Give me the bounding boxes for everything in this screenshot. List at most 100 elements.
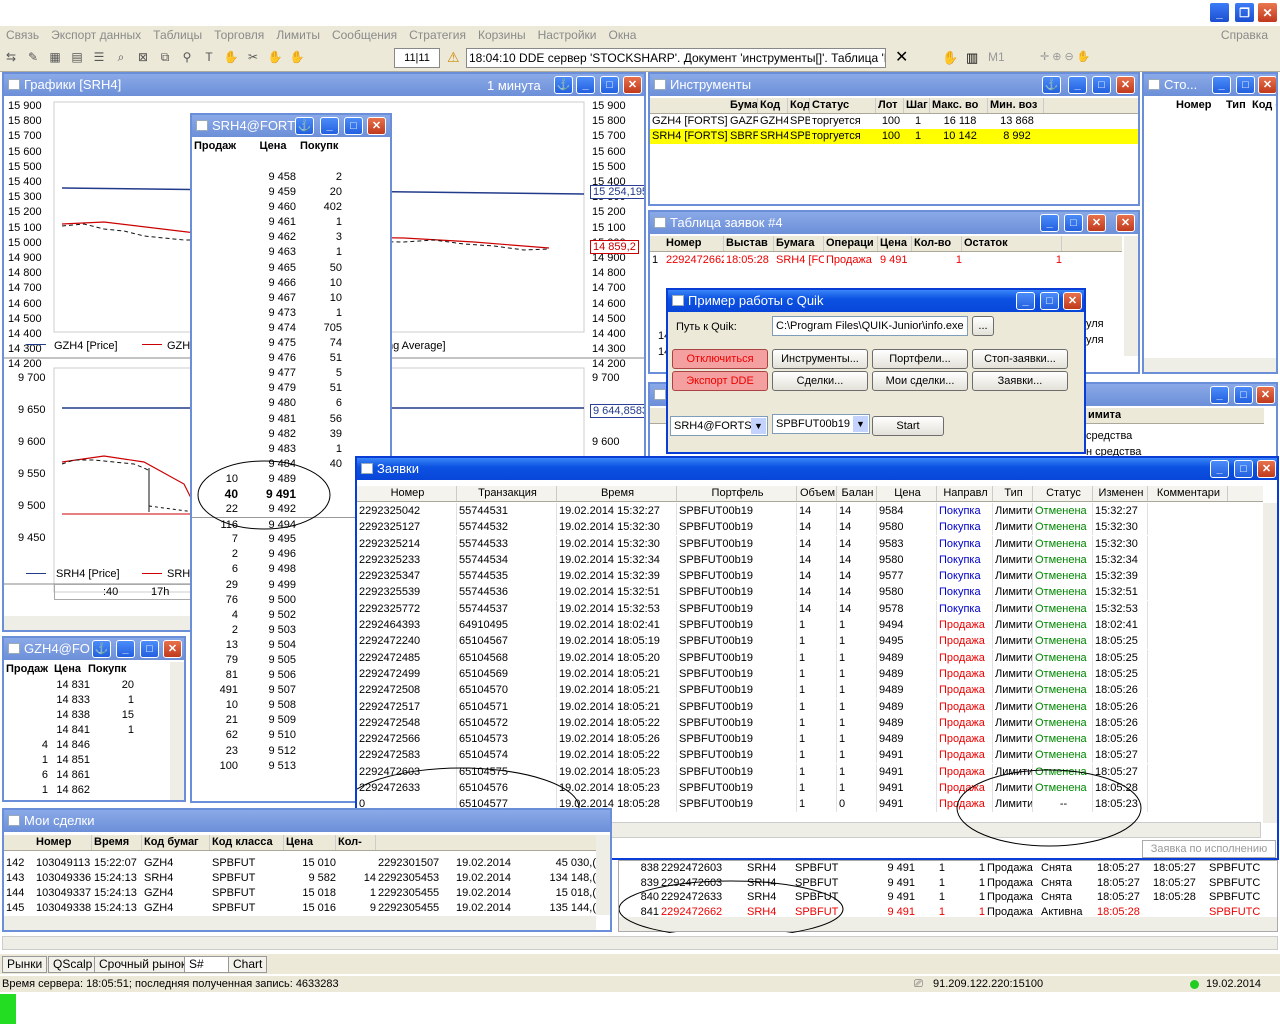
column-header[interactable]: Балан xyxy=(837,486,877,501)
column-header[interactable]: Время xyxy=(92,835,142,850)
column-header[interactable]: Цена xyxy=(284,835,336,850)
close-button[interactable]: ✕ xyxy=(1087,214,1106,232)
vertical-scrollbar[interactable] xyxy=(1124,236,1138,356)
dom-row[interactable]: 9 460 402 xyxy=(192,200,390,215)
column-header[interactable]: Время xyxy=(557,486,677,501)
table-row[interactable]: 142 103049113 15:22:07 GZH4 SPBFUT 15 010 2292… xyxy=(4,856,596,871)
table-row[interactable]: 2292472566 65104573 19.02.2014 18:05:26 SPB… xyxy=(357,731,1263,748)
menu-item[interactable]: Сообщения xyxy=(332,28,397,42)
table-row[interactable]: 2292464393 64910495 19.02.2014 18:02:41 SPB… xyxy=(357,617,1263,634)
column-header[interactable]: Номер xyxy=(34,835,92,850)
column-header[interactable]: Статус xyxy=(1033,486,1093,501)
close-button[interactable]: ✕ xyxy=(163,640,182,658)
tool-icon[interactable]: ⧉ xyxy=(157,49,173,65)
column-header[interactable]: Портфель xyxy=(677,486,797,501)
dom-row[interactable]: 9 475 74 xyxy=(192,336,390,351)
dom-row[interactable]: 1 14 851 xyxy=(4,753,170,768)
menu-item[interactable]: Связь xyxy=(6,28,39,42)
column-header[interactable]: Объем xyxy=(797,486,837,501)
column-header[interactable]: Статус xyxy=(810,98,876,113)
dom-row[interactable]: 1 14 862 xyxy=(4,783,170,798)
close-button[interactable]: ✕ xyxy=(1258,76,1276,94)
close-button[interactable]: ✕ xyxy=(367,117,386,135)
zoom-icons[interactable]: ✛ ⊕ ⊖ ✋ xyxy=(1040,50,1091,63)
security-select[interactable]: SRH4@FORTS ▼ xyxy=(670,416,768,436)
portfolio-select[interactable]: SPBFUT00b19 ▼ xyxy=(772,414,870,434)
tool-icon[interactable]: ⊠ xyxy=(135,49,151,65)
table-row[interactable]: 2292325539 55744536 19.02.2014 15:32:51 SPB… xyxy=(357,584,1263,601)
dom-row[interactable]: 14 833 1 xyxy=(4,693,170,708)
maximize-button[interactable]: □ xyxy=(344,117,363,135)
table-row[interactable]: 2292325233 55744534 19.02.2014 15:32:34 SPB… xyxy=(357,551,1263,568)
vertical-scrollbar[interactable] xyxy=(596,835,610,915)
table-row[interactable]: 2292325347 55744535 19.02.2014 15:32:39 SPB… xyxy=(357,568,1263,585)
minimize-button[interactable]: _ xyxy=(1212,76,1231,94)
table-row[interactable]: 2292472485 65104568 19.02.2014 18:05:20 SPB… xyxy=(357,649,1263,666)
menu-item[interactable]: Настройки xyxy=(538,28,597,42)
chevron-down-icon[interactable]: ▼ xyxy=(751,418,766,434)
menu-item[interactable]: Торговля xyxy=(214,28,264,42)
maximize-button[interactable]: □ xyxy=(1234,386,1253,404)
column-header[interactable]: Кол-во xyxy=(912,236,962,251)
table-row[interactable]: 2292472517 65104571 19.02.2014 18:05:21 SPB… xyxy=(357,698,1263,715)
portfolios-button[interactable]: Портфели... xyxy=(872,349,968,369)
column-header[interactable]: имита xyxy=(1086,408,1121,423)
minimize-button[interactable]: _ xyxy=(576,76,595,94)
table-row[interactable]: 2292472603 65104575 19.02.2014 18:05:23 SPB… xyxy=(357,763,1263,780)
horizontal-scrollbar[interactable] xyxy=(619,917,1277,931)
minimize-button[interactable]: _ xyxy=(1068,76,1087,94)
column-header[interactable]: Шаг xyxy=(904,98,930,113)
minimize-button[interactable]: _ xyxy=(1210,460,1229,478)
menu-item[interactable]: Экспорт данных xyxy=(51,28,141,42)
anchor-button[interactable]: ⚓ xyxy=(1042,76,1061,94)
maximize-button[interactable]: □ xyxy=(140,640,159,658)
dom-row[interactable]: 9 476 51 xyxy=(192,351,390,366)
menu-item[interactable]: Таблицы xyxy=(153,28,202,42)
menu-item[interactable]: Стратегия xyxy=(409,28,466,42)
column-header[interactable]: Бума xyxy=(728,98,758,113)
tool-icon[interactable]: ⇆ xyxy=(3,49,19,65)
tool-icon[interactable]: ⚲ xyxy=(179,49,195,65)
table-row[interactable]: 2292472548 65104572 19.02.2014 18:05:22 SPB… xyxy=(357,714,1263,731)
column-header[interactable]: Номер xyxy=(1174,98,1224,113)
column-header[interactable]: Код xyxy=(788,98,810,113)
minimize-button[interactable]: _ xyxy=(1210,386,1229,404)
table-row[interactable]: 839 2292472603 SRH4 SPBFUT 9 491 1 1 Продажа Сня… xyxy=(619,876,1279,891)
disconnect-button[interactable]: Отключиться xyxy=(672,349,768,369)
column-header[interactable]: Номер xyxy=(664,236,724,251)
column-header[interactable]: Тип xyxy=(993,486,1033,501)
column-header[interactable]: Продаж xyxy=(4,662,52,677)
column-header[interactable]: Макс. во xyxy=(930,98,988,113)
close-button[interactable]: ✕ xyxy=(1116,76,1135,94)
tool-icon[interactable]: ✋ xyxy=(289,49,305,65)
column-header[interactable]: Цена xyxy=(52,662,86,677)
column-header[interactable]: Код класса xyxy=(210,835,284,850)
table-row[interactable]: 838 2292472603 SRH4 SPBFUT 9 491 1 1 Продажа Сня… xyxy=(619,861,1279,876)
column-header[interactable]: Продаж xyxy=(192,139,246,154)
dom-row[interactable]: 9 481 56 xyxy=(192,412,390,427)
dom-row[interactable]: 9 467 10 xyxy=(192,291,390,306)
table-row[interactable]: 2292325127 55744532 19.02.2014 15:32:30 SPB… xyxy=(357,519,1263,536)
minimize-button[interactable]: _ xyxy=(1040,214,1059,232)
dom-row[interactable]: 14 838 15 xyxy=(4,708,170,723)
dom-row[interactable]: 9 466 10 xyxy=(192,276,390,291)
tool-icon[interactable]: ☰ xyxy=(91,49,107,65)
close-button[interactable]: ✕ xyxy=(623,76,642,94)
vertical-scrollbar[interactable] xyxy=(1263,503,1277,823)
column-header[interactable]: Тип xyxy=(1224,98,1250,113)
column-header[interactable]: Остаток xyxy=(962,236,1062,251)
stop-orders-button[interactable]: Стоп-заявки... xyxy=(972,349,1068,369)
maximize-button[interactable]: □ xyxy=(1064,214,1083,232)
dom-row[interactable]: 9 483 1 xyxy=(192,442,390,457)
chevron-down-icon[interactable]: ▼ xyxy=(853,416,868,432)
close-button[interactable]: ✕ xyxy=(1257,2,1278,23)
dom-row[interactable]: 9 465 50 xyxy=(192,261,390,276)
table-row[interactable]: GZH4 [FORTS]GAZR-GZH4SPBторгуется 100 1 16 … xyxy=(650,114,1138,129)
tab-qscalp[interactable]: QScalp xyxy=(48,956,98,973)
path-input[interactable]: C:\Program Files\QUIK-Junior\info.exe xyxy=(772,316,968,336)
hand-icon[interactable]: ✋ xyxy=(223,49,239,65)
maximize-button[interactable]: □ xyxy=(1092,76,1111,94)
table-row[interactable]: 2292472508 65104570 19.02.2014 18:05:21 SPB… xyxy=(357,682,1263,699)
dom-row[interactable]: 9 479 51 xyxy=(192,381,390,396)
minimize-button[interactable]: _ xyxy=(1209,2,1230,23)
